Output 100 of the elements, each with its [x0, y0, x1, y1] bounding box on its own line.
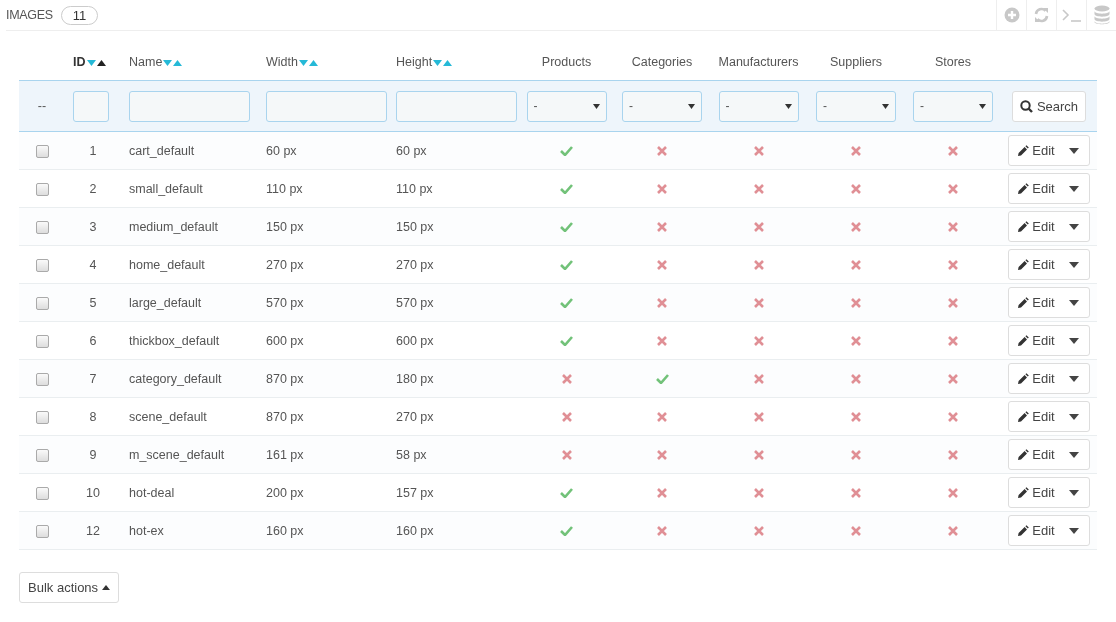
table-cell: hot-deal: [129, 485, 175, 500]
table-cell: 160 px: [396, 523, 434, 538]
table-cell: 200 px: [266, 485, 304, 500]
table-cell: 1: [89, 143, 97, 158]
bulk-actions-button[interactable]: Bulk actions: [19, 572, 120, 603]
row-checkbox[interactable]: [35, 334, 49, 348]
row-checkbox[interactable]: [35, 486, 49, 500]
table-cell: large_default: [129, 295, 202, 310]
filter-placeholder-text: --: [37, 99, 47, 113]
filter-dropdown[interactable]: -: [816, 90, 896, 122]
sort-ascending-icon[interactable]: [95, 59, 106, 66]
edit-button[interactable]: Edit: [1009, 250, 1061, 279]
table-cell: 161 px: [266, 447, 304, 462]
table-cell: 110 px: [266, 181, 303, 196]
table-cell: cart_default: [129, 143, 195, 158]
caret-icon: [102, 585, 111, 590]
column-header: Categories: [631, 55, 693, 69]
column-header: Stores: [934, 55, 972, 69]
table-cell: 570 px: [396, 295, 434, 310]
table-cell: thickbox_default: [129, 333, 220, 348]
column-header: Name: [129, 55, 163, 69]
filter-input-field[interactable]: [266, 90, 387, 122]
row-checkbox[interactable]: [35, 448, 49, 462]
table-cell: 2: [89, 181, 97, 196]
table-cell: 12: [86, 523, 100, 538]
column-header: Suppliers: [829, 55, 883, 69]
search-icon: [1019, 99, 1033, 113]
row-checkbox[interactable]: [35, 524, 49, 538]
table-cell: 570 px: [266, 295, 304, 310]
filter-dropdown[interactable]: -: [913, 90, 993, 122]
table-cell: 270 px: [396, 409, 434, 424]
row-checkbox[interactable]: [35, 220, 49, 234]
filter-input-field[interactable]: [129, 90, 250, 122]
table-cell: 60 px: [396, 143, 427, 158]
table-cell: 3: [89, 219, 97, 234]
caret-icon: [784, 103, 792, 109]
caret-icon: [882, 103, 889, 109]
table-cell: 270 px: [396, 257, 434, 272]
filter-dropdown[interactable]: -: [622, 90, 702, 122]
table-cell: scene_default: [129, 409, 207, 424]
table-cell: 10: [86, 485, 100, 500]
table-cell: 870 px: [266, 371, 304, 386]
sort-descending-icon[interactable]: [432, 59, 443, 66]
panel-title: IMAGES: [6, 8, 53, 22]
row-checkbox[interactable]: [35, 372, 49, 386]
edit-button[interactable]: Edit: [1009, 402, 1061, 431]
edit-button[interactable]: Edit: [1009, 326, 1061, 355]
edit-button[interactable]: Edit: [1009, 364, 1061, 393]
table-cell: 6: [89, 333, 97, 348]
filter-input-field[interactable]: [73, 90, 109, 122]
table-cell: 870 px: [266, 409, 304, 424]
edit-button[interactable]: Edit: [1009, 516, 1061, 545]
filter-input-field[interactable]: [396, 90, 517, 122]
edit-button[interactable]: Edit: [1009, 440, 1061, 469]
pencil-icon: [1017, 448, 1030, 461]
pencil-icon: [1017, 410, 1030, 423]
row-checkbox[interactable]: [35, 182, 49, 196]
pencil-icon: [1017, 182, 1030, 195]
edit-button[interactable]: Edit: [1009, 174, 1061, 203]
caret-icon: [592, 103, 600, 109]
column-header: Products: [541, 55, 592, 69]
column-header: Height: [396, 55, 433, 69]
table-cell: 270 px: [266, 257, 304, 272]
row-checkbox[interactable]: [35, 258, 49, 272]
row-checkbox[interactable]: [35, 144, 49, 158]
edit-button[interactable]: Edit: [1009, 136, 1061, 165]
table-cell: 58 px: [396, 447, 427, 462]
pencil-icon: [1017, 486, 1030, 499]
filter-dropdown[interactable]: -: [526, 90, 607, 122]
column-header: ID: [73, 55, 86, 69]
caret-icon: [688, 103, 695, 109]
edit-button[interactable]: Edit: [1009, 478, 1061, 507]
filter-dropdown[interactable]: -: [718, 90, 799, 122]
row-checkbox[interactable]: [35, 410, 49, 424]
pencil-icon: [1017, 296, 1030, 309]
search-button[interactable]: Search: [1011, 90, 1087, 122]
pencil-icon: [1017, 220, 1030, 233]
table-cell: m_scene_default: [129, 447, 225, 462]
pencil-icon: [1017, 334, 1030, 347]
table-cell: small_default: [129, 181, 203, 196]
sort-descending-icon[interactable]: [297, 59, 308, 66]
edit-button[interactable]: Edit: [1009, 288, 1061, 317]
sort-descending-icon[interactable]: [162, 59, 173, 66]
pencil-icon: [1017, 524, 1030, 537]
table-cell: 180 px: [396, 371, 434, 386]
table-cell: 60 px: [266, 143, 297, 158]
table-cell: 600 px: [266, 333, 304, 348]
pencil-icon: [1017, 144, 1030, 157]
table-cell: hot-ex: [129, 523, 164, 538]
column-header: Width: [266, 55, 298, 69]
table-cell: medium_default: [129, 219, 218, 234]
table-cell: 110 px: [396, 181, 433, 196]
table-cell: 5: [89, 295, 97, 310]
table-cell: 4: [89, 257, 97, 272]
table-cell: 160 px: [266, 523, 304, 538]
caret-icon: [979, 103, 986, 109]
table-cell: 9: [89, 447, 97, 462]
row-checkbox[interactable]: [35, 296, 49, 310]
edit-button[interactable]: Edit: [1009, 212, 1061, 241]
table-cell: 150 px: [266, 219, 304, 234]
